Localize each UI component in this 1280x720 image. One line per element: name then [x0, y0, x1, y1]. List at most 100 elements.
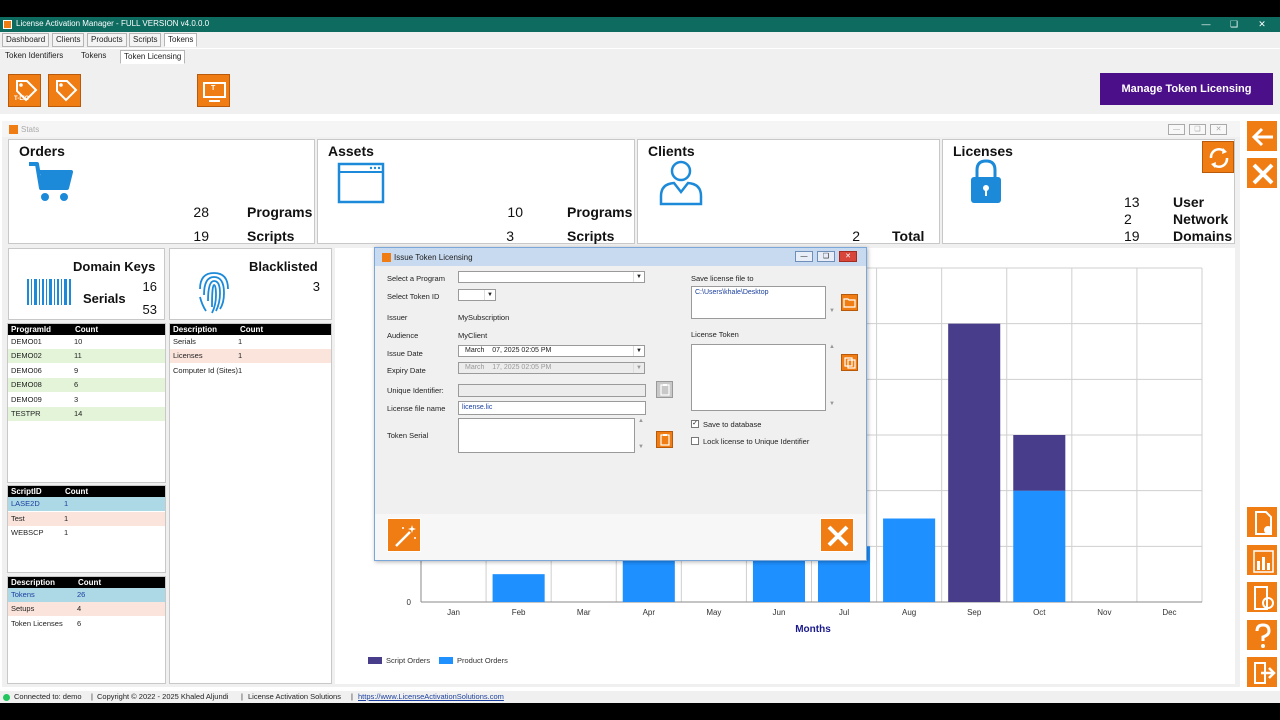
table-row[interactable]: DEMO08 6 — [8, 378, 165, 392]
token-monitor-button[interactable]: T — [197, 74, 230, 107]
issue-date-picker[interactable]: March 07, 2025 02:05 PM ▼ — [458, 345, 645, 357]
license-token-label: License Token — [691, 330, 739, 339]
tab-clients[interactable]: Clients — [52, 33, 85, 47]
company-name: License Activation Solutions — [248, 692, 341, 701]
table-row[interactable]: Licenses 1 — [170, 349, 331, 363]
manage-token-licensing-button[interactable]: Manage Token Licensing — [1100, 73, 1273, 105]
select-program-combo[interactable]: ▼ — [458, 271, 645, 283]
dialog-close-icon[interactable]: ✕ — [839, 251, 857, 262]
license-token-scroll-down[interactable]: ▼ — [828, 401, 836, 407]
tab-dashboard[interactable]: Dashboard — [2, 33, 50, 47]
lock-license-checkbox[interactable] — [691, 437, 699, 445]
fingerprint-icon — [199, 272, 229, 314]
chevron-down-icon: ▼ — [633, 272, 644, 282]
x-tick-label: Feb — [512, 608, 526, 617]
table-row[interactable]: Token Licenses 6 — [8, 617, 165, 631]
bar-product-orders — [883, 518, 936, 602]
save-file-scroll-down[interactable]: ▼ — [828, 308, 836, 314]
tab-products[interactable]: Products — [87, 33, 127, 47]
table-row[interactable]: Tokens 26 — [8, 588, 165, 602]
unique-id-input[interactable] — [458, 384, 646, 397]
help-button[interactable] — [1246, 619, 1278, 651]
chevron-down-icon: ▼ — [484, 290, 495, 300]
x-tick-label: Jul — [839, 608, 849, 617]
refresh-button[interactable] — [1202, 141, 1234, 173]
assets-scripts-label: Scripts — [567, 228, 615, 244]
unique-id-button[interactable] — [656, 381, 673, 398]
main-tabs: Dashboard Clients Products Scripts Token… — [0, 32, 1280, 48]
clients-total-count: 2 — [852, 228, 860, 244]
token-serial-input[interactable] — [458, 418, 635, 453]
license-file-input[interactable]: license.lic — [458, 401, 646, 415]
browse-folder-button[interactable] — [841, 294, 858, 311]
table-row[interactable]: Setups 4 — [8, 602, 165, 616]
refresh-icon — [1209, 148, 1229, 168]
status-separator: | — [351, 692, 353, 701]
back-button[interactable] — [1246, 120, 1278, 152]
license-token-scroll-up[interactable]: ▲ — [828, 344, 836, 350]
table-row[interactable]: Test 1 — [8, 512, 165, 526]
report-button[interactable] — [1246, 506, 1278, 538]
tab-token-licensing[interactable]: Token Licensing — [120, 50, 186, 64]
table-row[interactable]: Computer Id (Sites) 1 — [170, 364, 331, 378]
tab-token-identifiers[interactable]: Token Identifiers — [2, 50, 66, 64]
dialog-titlebar: Issue Token Licensing — ❑ ✕ — [375, 248, 866, 266]
x-tick-label: Apr — [643, 608, 656, 617]
select-token-combo[interactable]: ▼ — [458, 289, 496, 301]
table-row[interactable]: DEMO01 10 — [8, 335, 165, 349]
close-panel-button[interactable] — [1246, 157, 1278, 189]
table-row[interactable]: WEBSCP 1 — [8, 526, 165, 540]
x-tick-label: Nov — [1097, 608, 1111, 617]
token-serial-paste-button[interactable] — [656, 431, 673, 448]
website-link[interactable]: https://www.LicenseActivationSolutions.c… — [358, 691, 504, 703]
tab-tokens[interactable]: Tokens — [164, 33, 198, 47]
x-tick-label: Dec — [1162, 608, 1176, 617]
tab-scripts[interactable]: Scripts — [129, 33, 162, 47]
cancel-dialog-button[interactable] — [820, 518, 854, 552]
stats-close-icon[interactable]: ✕ — [1210, 124, 1227, 135]
browser-window-icon — [337, 162, 385, 204]
tab-sub-tokens[interactable]: Tokens — [78, 50, 109, 64]
maximize-icon[interactable]: ❑ — [1225, 17, 1243, 32]
settings-button[interactable] — [1246, 581, 1278, 613]
dialog-restore-icon[interactable]: ❑ — [817, 251, 835, 262]
stats-minimize-icon[interactable]: — — [1168, 124, 1185, 135]
col-description: Description — [11, 578, 56, 587]
chevron-down-icon: ▼ — [633, 346, 644, 356]
save-file-input[interactable]: C:\Users\khale\Desktop — [691, 286, 826, 319]
table-row[interactable]: LASE2D 1 — [8, 497, 165, 511]
close-icon[interactable]: ✕ — [1253, 17, 1271, 32]
copy-icon — [844, 357, 856, 369]
bar-product-orders — [492, 574, 545, 602]
connection-status-icon — [3, 694, 10, 701]
orders-programs-label: Programs — [247, 204, 313, 220]
license-token-output[interactable] — [691, 344, 826, 411]
minimize-icon[interactable]: — — [1197, 17, 1215, 32]
token-serial-scroll-down[interactable]: ▼ — [637, 444, 645, 450]
licenses-domains-count: 19 — [1124, 228, 1140, 244]
generate-license-button[interactable] — [387, 518, 421, 552]
copyright-text: Copyright © 2022 - 2025 Khaled Aljundi — [97, 692, 229, 701]
serials-count: 53 — [142, 302, 157, 317]
table-row[interactable]: DEMO02 11 — [8, 349, 165, 363]
tokens-table-header: Description Count — [8, 577, 165, 588]
table-row[interactable]: DEMO09 3 — [8, 393, 165, 407]
exit-icon — [1254, 662, 1276, 684]
copy-token-button[interactable] — [841, 354, 858, 371]
chart-button[interactable] — [1246, 544, 1278, 576]
exit-button[interactable] — [1246, 656, 1278, 688]
dialog-minimize-icon[interactable]: — — [795, 251, 813, 262]
stats-restore-icon[interactable]: ❑ — [1189, 124, 1206, 135]
expiry-date-picker[interactable]: March 17, 2025 02:05 PM ▼ — [458, 362, 645, 374]
table-row[interactable]: DEMO06 9 — [8, 364, 165, 378]
token-serial-scroll-up[interactable]: ▲ — [637, 418, 645, 424]
token-tag-button[interactable] — [48, 74, 81, 107]
table-row[interactable]: Serials 1 — [170, 335, 331, 349]
audience-label: Audience — [387, 331, 419, 340]
token-license-button[interactable]: T-LIC — [8, 74, 41, 107]
table-row[interactable]: TESTPR 14 — [8, 407, 165, 421]
arrow-left-icon — [1251, 127, 1273, 147]
select-program-label: Select a Program — [387, 274, 445, 283]
window-titlebar: License Activation Manager - FULL VERSIO… — [0, 17, 1280, 32]
save-to-database-checkbox[interactable]: ✓ — [691, 420, 699, 428]
